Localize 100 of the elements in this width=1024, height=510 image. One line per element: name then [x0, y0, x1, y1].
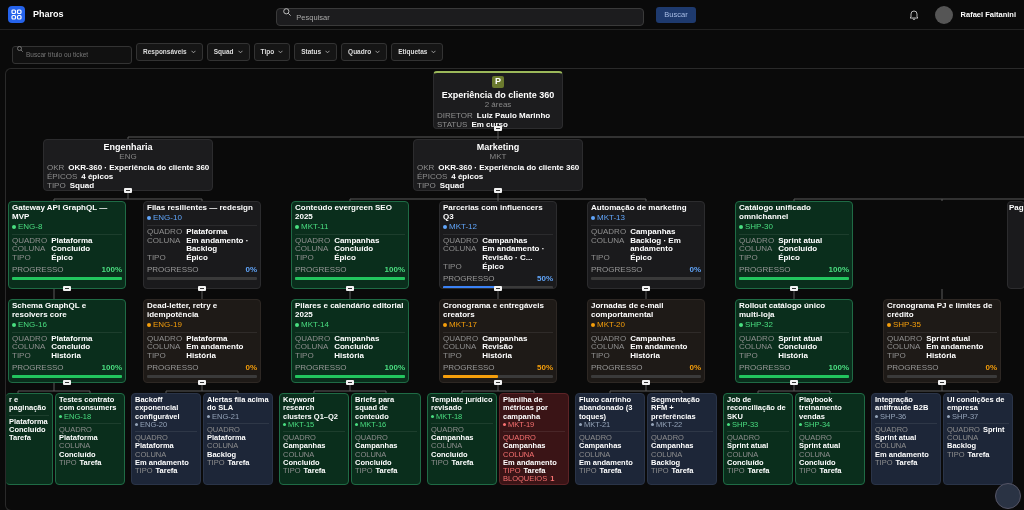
logo-icon[interactable] — [8, 6, 25, 23]
card-title: Pilares e calendário editorial 2025 — [295, 302, 405, 320]
field-label: OKR — [47, 163, 65, 172]
bell-icon[interactable] — [908, 9, 919, 20]
collapse-toggle[interactable] — [346, 380, 354, 385]
card-title: Parcerias com influencers Q3 — [443, 204, 544, 222]
field-value: 4 épicos — [451, 172, 484, 181]
status-dot — [295, 322, 299, 327]
team-card[interactable]: Engenharia ENG OKR OKR-360 · Experiência do cliente 360 ÉPICOS 4 épicos TIPO Squad — [43, 139, 213, 191]
ticket-card[interactable]: Jornadas de e-mail comportamental MKT-20 QUADRO Campanhas COLUNA Em andamento TIPO História PROGRESSO 0% — [587, 299, 705, 383]
collapse-toggle[interactable] — [198, 380, 206, 385]
ticket-id: SHP-30 — [745, 221, 773, 232]
collapse-toggle[interactable] — [938, 380, 946, 385]
field-value: História — [778, 352, 809, 362]
status-dot — [135, 423, 138, 427]
card-title: Rollout catálogo único multi-loja — [739, 302, 827, 320]
ticket-card[interactable]: Pilares e calendário editorial 2025 MKT-14 QUADRO Campanhas COLUNA Concluído TIPO História PROGRESSO 100% — [291, 299, 409, 383]
field-value: Sprint atual — [778, 334, 824, 343]
collapse-toggle[interactable] — [63, 380, 71, 385]
ticket-card[interactable]: Rollout catálogo único multi-loja SHP-32 QUADRO Sprint atual COLUNA Concluído TIPO História PROGRESSO 100% — [735, 299, 853, 383]
progress-label: PROGRESSO — [443, 275, 495, 285]
collapse-toggle[interactable] — [346, 286, 354, 291]
team-card[interactable]: Marketing MKT OKR OKR-360 · Experiência do cliente 360 ÉPICOS 4 épicos TIPO Squad — [413, 139, 583, 191]
field-value: Sprint atual — [778, 236, 824, 245]
progress-reading: 100% — [384, 364, 405, 374]
status-dot — [887, 322, 891, 327]
ticket-card[interactable]: Gateway API GraphQL — MVP ENG-8 QUADRO Plataforma COLUNA Concluído TIPO Épico PROGRESSO 100% — [8, 201, 126, 289]
field-label: COLUNA — [887, 343, 921, 353]
progress-reading: 50% — [537, 364, 553, 374]
ticket-card[interactable]: Dead-letter, retry e idempotência ENG-19 QUADRO Plataforma COLUNA Em andamento TIPO História PROGRESSO 0% — [143, 299, 261, 383]
ticket-card[interactable]: Cronograma e entregáveis creators MKT-17 QUADRO Campanhas COLUNA Revisão TIPO História PROGRESSO 50% — [439, 299, 557, 383]
collapse-toggle[interactable] — [494, 380, 502, 385]
progress-label: PROGRESSO — [295, 266, 347, 276]
field-value: Squad — [69, 181, 95, 190]
status-dot — [799, 423, 802, 427]
collapse-toggle[interactable] — [124, 188, 132, 193]
collapse-toggle[interactable] — [642, 380, 650, 385]
user-avatar[interactable] — [934, 5, 953, 24]
status-dot — [739, 322, 743, 327]
tree-connector — [349, 288, 351, 300]
field-value: Concluído — [778, 343, 819, 353]
ticket-id: SHP-32 — [745, 319, 773, 330]
ticket-card[interactable]: Cronograma PJ e limites de crédito SHP-35 QUADRO Sprint atual COLUNA Em andamento TIPO História PROGRESSO 0% — [883, 299, 1001, 383]
progress-label: PROGRESSO — [443, 364, 495, 374]
field-value: Plataforma — [51, 334, 94, 344]
collapse-toggle[interactable] — [790, 380, 798, 385]
card-title: Jornadas de e-mail comportamental — [591, 302, 665, 320]
field-value: Concluído — [778, 245, 819, 254]
ticket-id: MKT-14 — [301, 319, 329, 330]
status-dot — [739, 224, 743, 229]
card-title: Conteúdo evergreen SEO 2025 — [295, 204, 393, 222]
field-value: Épico — [778, 254, 801, 264]
ticket-card[interactable]: Pag — [1007, 201, 1024, 289]
field-label: COLUNA — [443, 245, 477, 256]
field-label: QUADRO — [295, 334, 331, 343]
collapse-toggle[interactable] — [790, 286, 798, 291]
ticket-card[interactable]: Filas resilientes — redesign ENG-10 QUADRO Plataforma COLUNA Em andamento · Backlog TIPO Épico PROGRESSO 0% — [143, 201, 261, 289]
field-value: Revisão — [482, 343, 513, 353]
ticket-card[interactable]: Conteúdo evergreen SEO 2025 MKT-11 QUADRO Campanhas COLUNA Concluído TIPO Épico PROGRESSO 100% — [291, 201, 409, 289]
collapse-toggle[interactable] — [494, 126, 502, 131]
card-title: Schema GraphQL e resolvers core — [12, 302, 88, 320]
status-dot — [591, 322, 595, 327]
field-label: TIPO — [295, 254, 315, 264]
field-label: TIPO — [417, 181, 436, 190]
field-label: TIPO — [295, 352, 315, 362]
ticket-id: ENG-10 — [153, 212, 182, 223]
ticket-card[interactable]: Parcerias com influencers Q3 MKT-12 QUADRO Campanhas COLUNA Em andamento · Revisão · C... TIPO Épico PROGRESSO 50% — [439, 201, 557, 289]
card-title: Filas resilientes — redesign — [147, 204, 254, 213]
collapse-toggle[interactable] — [198, 286, 206, 291]
field-label: TIPO — [591, 352, 611, 362]
field-label: QUADRO — [295, 236, 331, 245]
ticket-card[interactable]: Automação de marketing MKT-13 QUADRO Campanhas COLUNA Backlog · Em andamento TIPO Épico PROGRESSO 0% — [587, 201, 705, 289]
field-value: Campanhas — [334, 334, 381, 343]
field-value: Épico — [630, 254, 653, 264]
progress-reading: 0% — [245, 266, 257, 276]
status-dot — [59, 415, 62, 419]
card-subtitle: 2 áreas — [484, 100, 513, 110]
field-value: História — [630, 352, 661, 362]
status-dot — [431, 415, 434, 419]
field-label: TIPO — [12, 352, 32, 362]
progress-reading: 100% — [384, 266, 405, 276]
collapse-toggle[interactable] — [63, 286, 71, 291]
card-title: Cronograma PJ e limites de crédito — [887, 302, 994, 320]
field-label: TIPO — [12, 254, 32, 264]
floating-avatar[interactable] — [995, 483, 1021, 509]
ticket-card[interactable]: Catálogo unificado omnichannel SHP-30 QUADRO Sprint atual COLUNA Concluído TIPO Épico PROGRESSO 100% — [735, 201, 853, 289]
status-dot — [591, 215, 595, 220]
field-label: TIPO — [739, 254, 759, 264]
initial-badge: P — [492, 76, 504, 88]
status-dot — [147, 215, 151, 220]
field-value: Luiz Paulo Marinho — [476, 111, 551, 121]
progress-label: PROGRESSO — [12, 364, 64, 374]
field-label: QUADRO — [147, 227, 183, 236]
field-label: QUADRO — [591, 227, 627, 236]
collapse-toggle[interactable] — [494, 286, 502, 291]
collapse-toggle[interactable] — [642, 286, 650, 291]
collapse-toggle[interactable] — [494, 188, 502, 193]
card-title: Experiência do cliente 360 — [440, 90, 556, 101]
field-label: COLUNA — [295, 343, 329, 353]
ticket-card[interactable]: Schema GraphQL e resolvers core ENG-16 QUADRO Plataforma COLUNA Concluído TIPO História PROGRESSO 100% — [8, 299, 126, 383]
